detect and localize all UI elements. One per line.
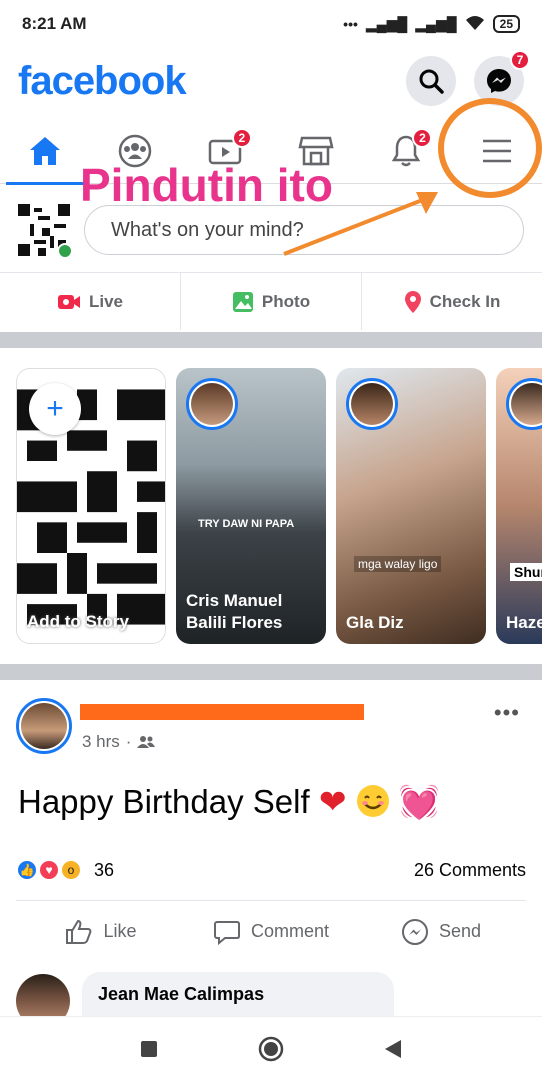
like-button[interactable]: Like bbox=[16, 901, 186, 962]
wow-reaction-icon: o bbox=[60, 859, 82, 881]
battery-icon: 25 bbox=[492, 15, 520, 33]
like-reaction-icon: 👍 bbox=[16, 859, 38, 881]
comment-button[interactable]: Comment bbox=[186, 901, 356, 962]
comments-count[interactable]: 26 Comments bbox=[414, 860, 526, 881]
post-header: 3 hrs · ••• bbox=[0, 690, 542, 762]
send-button[interactable]: Send bbox=[356, 901, 526, 962]
check-in-button[interactable]: Check In bbox=[361, 273, 542, 330]
post-text-content: Happy Birthday Self bbox=[18, 783, 310, 820]
redacted-author-name bbox=[80, 704, 364, 720]
add-story-plus-icon[interactable]: + bbox=[29, 383, 81, 435]
reaction-summary[interactable]: 👍 ♥ o 36 bbox=[16, 859, 114, 881]
profile-avatar[interactable] bbox=[18, 204, 73, 259]
like-label: Like bbox=[103, 921, 137, 941]
heart-emoji-icon: ❤ bbox=[318, 783, 347, 820]
post-more-options-icon[interactable]: ••• bbox=[494, 700, 520, 726]
add-story-label: Add to Story bbox=[27, 612, 129, 631]
back-icon[interactable] bbox=[384, 1039, 402, 1059]
photo-label: Photo bbox=[261, 291, 311, 311]
separator-dot: · bbox=[125, 732, 132, 751]
story-caption: TRY DAW NI PAPA bbox=[198, 518, 295, 530]
status-icons: ••• ▂▄▆█ ▂▄▆█ 25 bbox=[343, 15, 520, 34]
home-icon bbox=[30, 136, 61, 165]
photo-icon bbox=[232, 291, 253, 312]
system-navigation-bar bbox=[0, 1016, 542, 1080]
live-video-icon bbox=[57, 294, 80, 309]
app-header: facebook 7 bbox=[0, 48, 542, 114]
story-author-name: Gla Diz bbox=[346, 613, 404, 632]
section-divider bbox=[0, 664, 542, 680]
header-actions: 7 bbox=[406, 50, 530, 106]
wifi-icon bbox=[465, 15, 485, 34]
love-reaction-icon: ♥ bbox=[38, 859, 60, 881]
post-author-avatar[interactable] bbox=[16, 698, 72, 754]
messenger-send-icon bbox=[401, 918, 428, 945]
live-button[interactable]: Live bbox=[0, 273, 180, 330]
comment-bubble-icon bbox=[213, 920, 240, 945]
thumbs-up-icon bbox=[66, 919, 92, 944]
add-story-card[interactable]: + Add to Story bbox=[16, 368, 166, 644]
live-label: Live bbox=[88, 291, 124, 311]
comment-preview: Jean Mae Calimpas bbox=[16, 970, 526, 1042]
post-meta: 3 hrs · bbox=[82, 732, 156, 752]
facebook-logo[interactable]: facebook bbox=[18, 59, 187, 104]
commenter-name: Jean Mae Calimpas bbox=[98, 984, 265, 1004]
tab-home[interactable] bbox=[0, 118, 90, 185]
story-avatar bbox=[186, 378, 238, 430]
post-time: 3 hrs bbox=[82, 732, 120, 751]
search-icon bbox=[419, 69, 444, 94]
post-actions: Like Comment Send bbox=[16, 900, 526, 962]
smile-emoji-icon bbox=[356, 785, 389, 817]
recent-apps-icon[interactable] bbox=[140, 1040, 158, 1058]
send-label: Send bbox=[438, 921, 482, 941]
beating-heart-emoji-icon: 💓 bbox=[398, 783, 440, 820]
story-author-name: Haze bbox=[506, 613, 542, 632]
composer-actions: Live Photo Check In bbox=[0, 272, 542, 330]
comment-label: Comment bbox=[250, 921, 330, 941]
dots-icon: ••• bbox=[343, 16, 358, 32]
reaction-count: 36 bbox=[94, 859, 115, 880]
messenger-icon bbox=[487, 69, 511, 93]
stories-tray: + Add to Story TRY DAW NI PAPA Cris Manu… bbox=[16, 368, 542, 644]
reactions-bar: 👍 ♥ o 36 26 Comments bbox=[16, 855, 526, 885]
online-status-dot bbox=[57, 243, 73, 259]
signal-icon-2: ▂▄▆█ bbox=[415, 15, 457, 32]
story-author-name: Cris Manuel Balili Flores bbox=[186, 591, 283, 632]
signal-icon: ▂▄▆█ bbox=[365, 15, 408, 32]
status-time: 8:21 AM bbox=[22, 14, 87, 33]
search-button[interactable] bbox=[406, 56, 456, 106]
story-avatar bbox=[506, 378, 542, 430]
story-caption: Shun bbox=[510, 563, 542, 581]
annotation-text: Pindutin ito bbox=[80, 159, 333, 211]
home-button-icon[interactable] bbox=[258, 1036, 284, 1062]
story-caption: mga walay ligo bbox=[354, 556, 442, 572]
section-divider bbox=[0, 332, 542, 348]
notifications-badge: 2 bbox=[412, 128, 433, 148]
story-card[interactable]: TRY DAW NI PAPA Cris Manuel Balili Flore… bbox=[176, 368, 326, 644]
watch-badge: 2 bbox=[231, 128, 252, 148]
messenger-badge: 7 bbox=[510, 50, 530, 70]
location-pin-icon bbox=[404, 290, 421, 313]
photo-button[interactable]: Photo bbox=[180, 273, 361, 330]
story-card[interactable]: mga walay ligo Gla Diz bbox=[336, 368, 486, 644]
annotation-circle bbox=[438, 98, 542, 198]
story-avatar bbox=[346, 378, 398, 430]
check-in-label: Check In bbox=[429, 291, 501, 311]
post-text: Happy Birthday Self ❤ 💓 bbox=[18, 782, 440, 822]
status-bar: 8:21 AM ••• ▂▄▆█ ▂▄▆█ 25 bbox=[0, 0, 542, 48]
friends-audience-icon bbox=[137, 736, 156, 748]
story-card[interactable]: Shun Haze bbox=[496, 368, 542, 644]
